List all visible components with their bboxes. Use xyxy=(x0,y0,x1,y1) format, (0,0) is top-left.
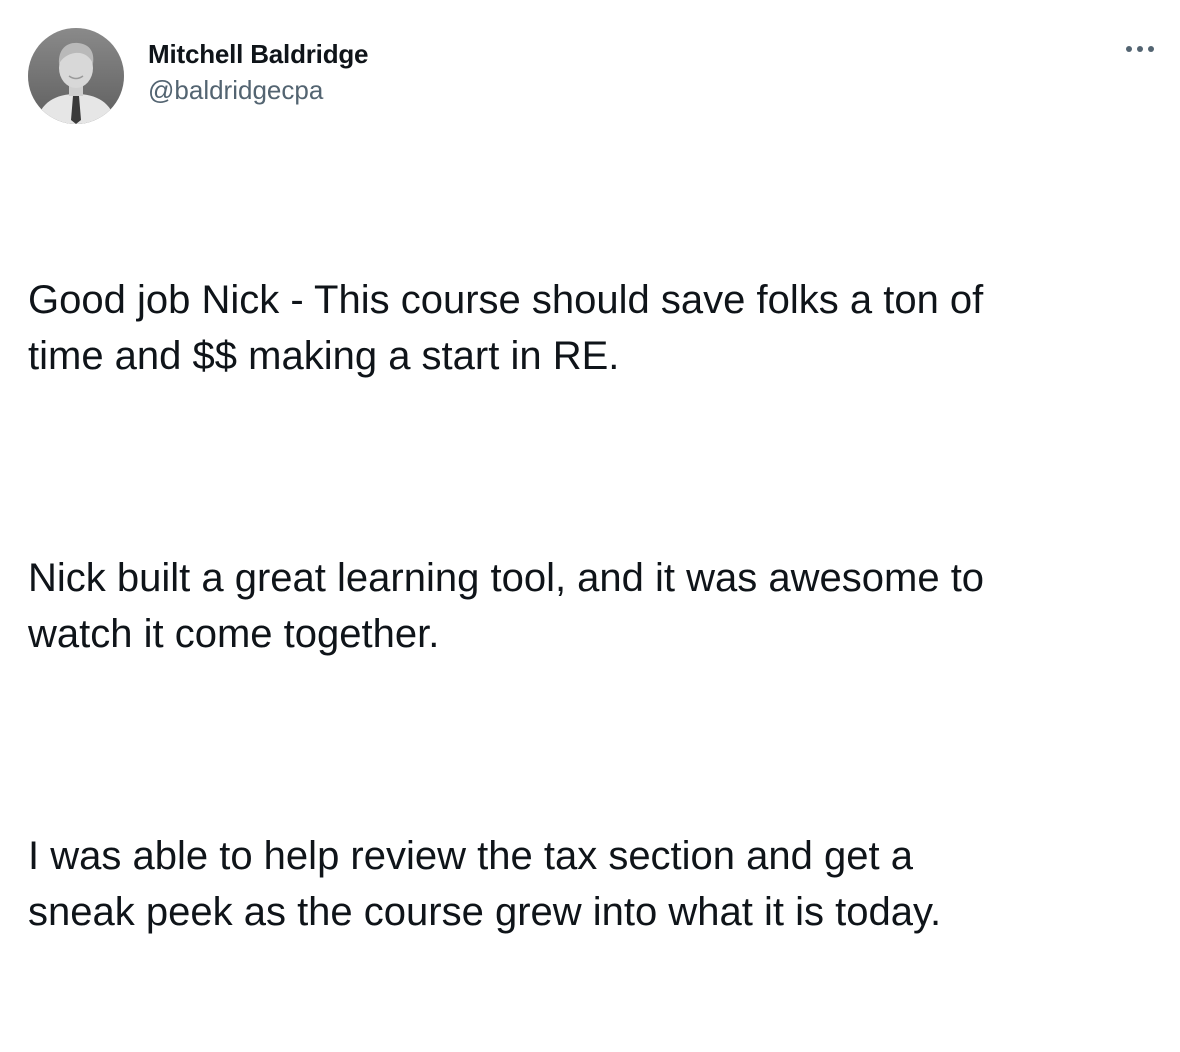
tweet-card: Mitchell Baldridge @baldridgecpa Good jo… xyxy=(0,0,1180,934)
user-avatar-icon xyxy=(28,28,124,124)
more-options-button[interactable] xyxy=(1120,34,1160,64)
author-handle[interactable]: @baldridgecpa xyxy=(148,74,368,106)
tweet-paragraph: Nick built a great learning tool, and it… xyxy=(28,556,985,656)
tweet-paragraph: Good job Nick - This course should save … xyxy=(28,278,984,378)
avatar[interactable] xyxy=(28,28,124,124)
author-display-name[interactable]: Mitchell Baldridge xyxy=(148,38,369,70)
more-dots-icon xyxy=(1126,46,1154,52)
tweet-text: Good job Nick - This course should save … xyxy=(28,160,1158,1052)
tweet-paragraph: I was able to help review the tax sectio… xyxy=(28,834,942,934)
author-info: Mitchell Baldridge @baldridgecpa xyxy=(148,38,369,106)
